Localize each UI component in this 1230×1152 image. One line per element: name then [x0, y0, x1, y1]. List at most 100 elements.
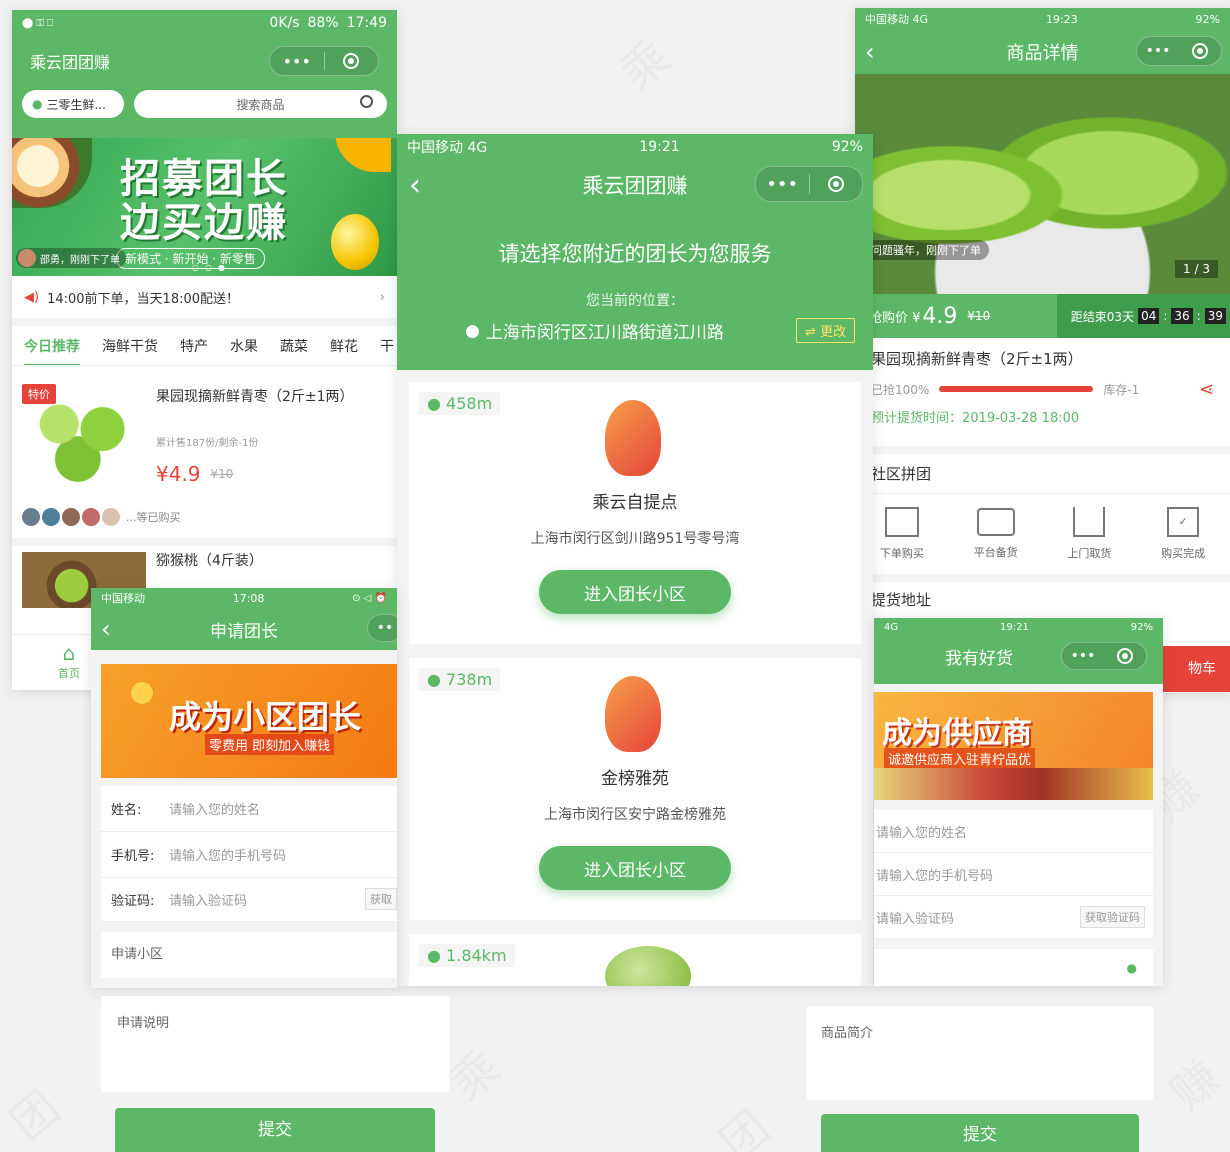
leader-address: 上海市闵行区剑川路951号零号湾 [530, 531, 740, 547]
product-price: ¥4.9 [156, 462, 201, 486]
banner-food-image [874, 768, 1153, 800]
distance-badge: ● 1.84km [419, 944, 515, 967]
more-icon[interactable]: ••• [1062, 648, 1104, 664]
banner-food-image [12, 138, 92, 208]
tab-fruit[interactable]: 水果 [230, 336, 258, 356]
home-icon: ⌂ [62, 641, 76, 665]
tab-vegetable[interactable]: 蔬菜 [280, 336, 308, 356]
menu-capsule: •• [367, 614, 397, 642]
supplier-code-field[interactable]: 请输入验证码 获取验证码 [874, 896, 1153, 939]
tab-flower[interactable]: 鲜花 [330, 336, 358, 356]
location-selector[interactable]: ● 三零生鲜... [22, 90, 124, 118]
more-icon[interactable]: ••• [756, 174, 809, 195]
status-bar: 4G 19:21 92% [884, 621, 1153, 633]
close-miniapp-icon[interactable] [325, 53, 379, 69]
location-pin-icon: ● [32, 97, 43, 111]
promo-banner[interactable]: 招募团长 边买边赚 新模式 · 新开始 · 新零售 邵勇，刚刚下了单 ○○● [12, 138, 397, 276]
more-icon[interactable]: ••• [270, 52, 324, 71]
banner-lemon-image [331, 214, 379, 270]
close-miniapp-icon[interactable] [1104, 648, 1146, 664]
more-icon[interactable]: •• [368, 620, 397, 636]
product-orig-price: ¥10 [210, 467, 234, 481]
search-input[interactable]: 搜索商品 [134, 90, 387, 118]
leader-image [605, 946, 691, 986]
leader-card[interactable]: ● 738m 金榜雅苑 上海市闵行区安宁路金榜雅苑 进入团长小区 [409, 658, 861, 920]
leader-card[interactable]: ● 1.84km [409, 934, 861, 986]
group-steps: 下单购买 平台备货 上门取货 ✓ 购买完成 [855, 494, 1230, 574]
phone-field[interactable]: 手机号: 请输入您的手机号码 [101, 832, 397, 878]
apply-description-field[interactable]: 申请说明 [101, 996, 449, 1092]
coin-icon [131, 682, 153, 704]
sale-badge: 特价 [22, 384, 56, 404]
product-detail-screen: 中国移动 4G 19:23 92% ‹ 商品详情 ••• 问题骚年，刚刚下了单 … [855, 8, 1230, 693]
back-icon[interactable]: ‹ [409, 168, 421, 203]
buyers-text: ...等已购买 [126, 511, 181, 524]
status-bar: ⬤ ⚿ ⎕ 0K/s 88% 17:49 [22, 15, 387, 31]
order-icon [884, 507, 919, 537]
enter-community-button[interactable]: 进入团长小区 [539, 570, 731, 614]
supplier-location-field[interactable]: ● [874, 949, 1153, 986]
close-miniapp-icon[interactable] [810, 176, 863, 192]
avatar [18, 249, 36, 267]
share-icon[interactable]: ⋖ [1199, 379, 1214, 400]
banner-subtitle: 零费用 即刻加入赚钱 [205, 734, 335, 755]
gallery-pager: 1 / 3 [1175, 260, 1218, 278]
supplier-phone-field[interactable]: 请输入您的手机号码 [874, 853, 1153, 896]
buyer-avatar [62, 508, 80, 526]
back-icon[interactable]: ‹ [865, 38, 875, 66]
banner-orange-image [335, 138, 391, 172]
leader-name: 金榜雅苑 [601, 769, 669, 789]
banner-title: 成为供应商 [882, 716, 1032, 751]
tab-dry[interactable]: 干 [380, 336, 394, 356]
done-icon: ✓ [1167, 507, 1200, 537]
buyer-avatar [42, 508, 60, 526]
apply-area-field[interactable]: 申请小区 [101, 932, 397, 978]
menu-capsule: ••• [269, 46, 379, 76]
supplier-banner: 成为供应商 诚邀供应商入驻青柠品优 [874, 692, 1153, 800]
page-title: 申请团长 [210, 621, 278, 642]
product-card[interactable]: 特价 果园现摘新鲜青枣（2斤±1两） 累计售187份/剩余-1份 ¥4.9 ¥1… [12, 366, 397, 546]
get-code-button[interactable]: 获取 [365, 888, 397, 910]
truck-icon [976, 508, 1015, 536]
leader-card[interactable]: ● 458m 乘云自提点 上海市闵行区剑川路951号零号湾 进入团长小区 [409, 382, 861, 644]
buyer-avatar [102, 508, 120, 526]
banner-pager-dots: ○○● [192, 263, 231, 272]
delivery-notice[interactable]: ◀) 14:00前下单，当天18:00配送！ › [12, 276, 397, 326]
tab-seafood[interactable]: 海鲜干货 [102, 336, 158, 356]
product-intro-field[interactable]: 商品简介 [807, 1006, 1153, 1100]
speaker-icon: ◀) [24, 289, 40, 305]
leader-logo-icon [605, 676, 661, 752]
supplier-submit-button[interactable]: 提交 [821, 1114, 1139, 1152]
flash-sale-bar: 抢购价 ¥ 4.9 ¥10 距结束03天 04 : 36 : 39 [855, 294, 1230, 338]
app-title: 乘云团团赚 [30, 53, 111, 72]
menu-capsule: ••• [1136, 36, 1222, 66]
buyer-avatar [22, 508, 40, 526]
tab-today[interactable]: 今日推荐 [24, 326, 80, 365]
select-leader-screen: 中国移动 4G 19:21 92% ‹ 乘云团团赚 ••• 请选择您附近的团长为… [397, 134, 873, 986]
section-group-title: 社区拼团 [855, 454, 1230, 494]
buyer-avatar [82, 508, 100, 526]
leader-name: 乘云自提点 [592, 493, 678, 513]
bag-icon [1073, 507, 1106, 537]
code-field[interactable]: 验证码: 请输入验证码 获取 [101, 878, 397, 922]
close-miniapp-icon[interactable] [1179, 43, 1221, 59]
cart-button[interactable]: 物车 [1158, 646, 1230, 692]
get-code-button[interactable]: 获取验证码 [1080, 906, 1145, 928]
change-location-button[interactable]: ⇌ 更改 [795, 318, 855, 343]
orig-price: ¥10 [967, 309, 991, 323]
countdown: 距结束03天 04 : 36 : 39 [1056, 294, 1230, 338]
enter-community-button[interactable]: 进入团长小区 [539, 846, 731, 890]
banner-headline-2: 边买边赚 [120, 200, 288, 246]
supplier-name-field[interactable]: 请输入您的姓名 [874, 810, 1153, 853]
back-icon[interactable]: ‹ [101, 615, 111, 643]
more-icon[interactable]: ••• [1137, 43, 1179, 59]
tab-specialty[interactable]: 特产 [180, 336, 208, 356]
nav-home[interactable]: ⌂ 首页 [58, 641, 80, 681]
apply-submit-button[interactable]: 提交 [115, 1108, 435, 1152]
location-pin-icon: ● [1126, 961, 1137, 975]
name-field[interactable]: 姓名: 请输入您的姓名 [101, 786, 397, 832]
product-gallery[interactable]: 问题骚年，刚刚下了单 1 / 3 [855, 74, 1230, 294]
banner-title: 成为小区团长 [169, 698, 362, 736]
menu-capsule: ••• [755, 166, 863, 202]
status-bar: 中国移动 4G 19:23 92% [865, 12, 1220, 27]
